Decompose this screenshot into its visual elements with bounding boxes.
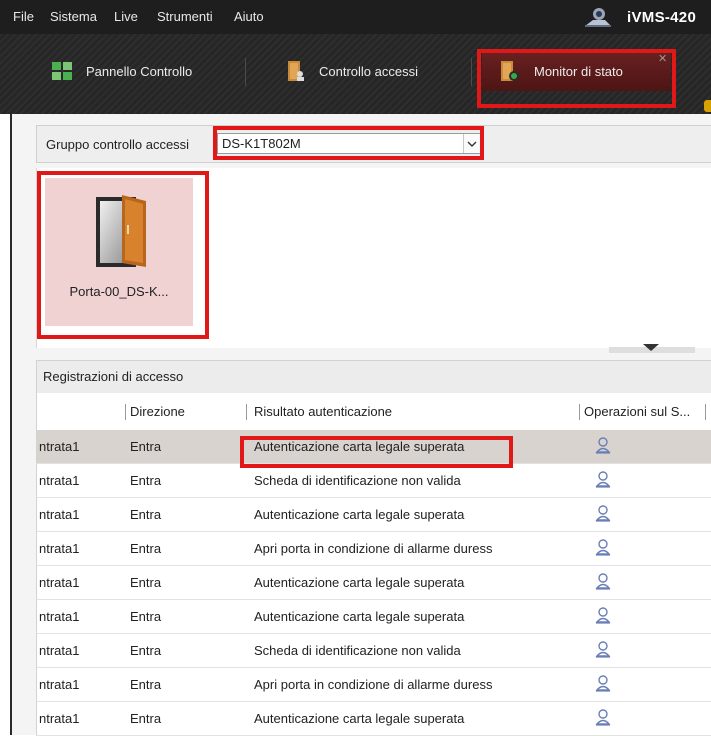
group-select[interactable]: DS-K1T802M <box>217 133 481 154</box>
cell-name: ntrata1 <box>39 677 80 692</box>
user-icon[interactable] <box>594 674 612 695</box>
cell-direction: Entra <box>130 439 162 454</box>
table-row[interactable]: ntrata1 Entra Autenticazione carta legal… <box>36 600 711 634</box>
records-table-body: ntrata1 Entra Autenticazione carta legal… <box>36 430 711 736</box>
table-row[interactable]: ntrata1 Entra Autenticazione carta legal… <box>36 430 711 464</box>
column-header-risultato[interactable]: Risultato autenticazione <box>254 404 392 419</box>
cell-name: ntrata1 <box>39 575 80 590</box>
cell-direction: Entra <box>130 609 162 624</box>
column-divider[interactable] <box>579 404 580 420</box>
tab-label: Monitor di stato <box>534 63 623 79</box>
cell-name: ntrata1 <box>39 541 80 556</box>
door-name: Porta-00_DS-K... <box>69 284 169 299</box>
door-tile[interactable]: Porta-00_DS-K... <box>45 178 193 326</box>
user-icon[interactable] <box>594 572 612 593</box>
cell-name: ntrata1 <box>39 507 80 522</box>
cell-direction: Entra <box>130 507 162 522</box>
tab-divider <box>245 58 246 86</box>
cell-name: ntrata1 <box>39 439 80 454</box>
column-divider[interactable] <box>246 404 247 420</box>
next-tab-icon[interactable] <box>704 100 711 112</box>
panel-splitter[interactable] <box>609 344 695 353</box>
close-tab-icon[interactable]: ✕ <box>658 52 667 65</box>
user-icon[interactable] <box>594 504 612 525</box>
group-bar: Gruppo controllo accessi DS-K1T802M <box>36 125 711 163</box>
cell-result: Autenticazione carta legale superata <box>254 575 465 590</box>
user-icon[interactable] <box>594 538 612 559</box>
cell-direction: Entra <box>130 473 162 488</box>
user-icon[interactable] <box>594 470 612 491</box>
cell-result: Autenticazione carta legale superata <box>254 609 465 624</box>
cell-direction: Entra <box>130 711 162 726</box>
cell-direction: Entra <box>130 541 162 556</box>
door-status-icon <box>501 61 519 81</box>
table-row[interactable]: ntrata1 Entra Scheda di identificazione … <box>36 634 711 668</box>
module-tab-bar: Pannello Controllo Controllo accessi Mon… <box>0 34 711 114</box>
cell-direction: Entra <box>130 643 162 658</box>
user-icon[interactable] <box>594 640 612 661</box>
tab-pannello-controllo[interactable]: Pannello Controllo <box>52 51 232 91</box>
table-row[interactable]: ntrata1 Entra Autenticazione carta legal… <box>36 566 711 600</box>
table-row[interactable]: ntrata1 Entra Autenticazione carta legal… <box>36 498 711 532</box>
table-row[interactable]: ntrata1 Entra Scheda di identificazione … <box>36 464 711 498</box>
camera-logo-icon <box>585 8 611 27</box>
menu-live[interactable]: Live <box>114 9 138 24</box>
cell-name: ntrata1 <box>39 711 80 726</box>
cell-name: ntrata1 <box>39 473 80 488</box>
column-header-direzione[interactable]: Direzione <box>130 404 185 419</box>
grid-icon <box>52 62 72 80</box>
tab-monitor-di-stato[interactable]: Monitor di stato <box>482 51 671 91</box>
tab-divider <box>471 58 472 86</box>
table-row[interactable]: ntrata1 Entra Autenticazione carta legal… <box>36 702 711 736</box>
user-icon[interactable] <box>594 436 612 457</box>
table-row[interactable]: ntrata1 Entra Apri porta in condizione d… <box>36 532 711 566</box>
table-header: Direzione Risultato autenticazione Opera… <box>36 393 711 431</box>
table-row[interactable]: ntrata1 Entra Apri porta in condizione d… <box>36 668 711 702</box>
user-icon[interactable] <box>594 708 612 729</box>
cell-name: ntrata1 <box>39 609 80 624</box>
group-select-value: DS-K1T802M <box>222 136 301 151</box>
tab-label: Pannello Controllo <box>86 63 193 79</box>
menu-strumenti[interactable]: Strumenti <box>157 9 213 24</box>
tab-controllo-accessi[interactable]: Controllo accessi <box>287 51 457 91</box>
menu-aiuto[interactable]: Aiuto <box>234 9 264 24</box>
door-user-icon <box>288 61 304 81</box>
column-divider[interactable] <box>125 404 126 420</box>
records-title: Registrazioni di accesso <box>43 369 184 384</box>
group-label: Gruppo controllo accessi <box>46 137 190 152</box>
cell-direction: Entra <box>130 575 162 590</box>
collapse-arrow-icon[interactable] <box>643 344 659 351</box>
column-header-operazioni[interactable]: Operazioni sul S... <box>584 404 690 419</box>
app-brand: iVMS-420 <box>583 4 696 30</box>
open-door-icon <box>96 195 146 267</box>
cell-result: Apri porta in condizione di allarme dure… <box>254 541 493 556</box>
cell-result: Scheda di identificazione non valida <box>254 643 461 658</box>
chevron-down-icon[interactable] <box>463 134 480 153</box>
menu-bar: File Sistema Live Strumenti Aiuto iVMS-4… <box>0 0 711 34</box>
cell-result: Autenticazione carta legale superata <box>254 439 465 454</box>
cell-result: Apri porta in condizione di allarme dure… <box>254 677 493 692</box>
frame-border <box>10 114 12 735</box>
cell-result: Autenticazione carta legale superata <box>254 507 465 522</box>
app-title: iVMS-420 <box>627 8 697 26</box>
cell-direction: Entra <box>130 677 162 692</box>
menu-sistema[interactable]: Sistema <box>50 9 97 24</box>
column-divider[interactable] <box>705 404 706 420</box>
cell-result: Scheda di identificazione non valida <box>254 473 461 488</box>
cell-name: ntrata1 <box>39 643 80 658</box>
cell-result: Autenticazione carta legale superata <box>254 711 465 726</box>
records-header: Registrazioni di accesso <box>36 360 711 394</box>
menu-file[interactable]: File <box>13 9 34 24</box>
user-icon[interactable] <box>594 606 612 627</box>
tab-label: Controllo accessi <box>319 63 418 79</box>
